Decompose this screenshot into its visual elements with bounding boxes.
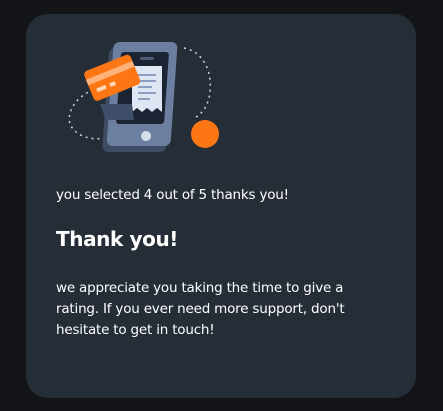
- thank-you-card: you selected 4 out of 5 thanks you! Than…: [26, 14, 416, 398]
- thank-you-title: Thank you!: [56, 227, 179, 251]
- selection-result-text: you selected 4 out of 5 thanks you!: [56, 187, 289, 203]
- appreciation-message: we appreciate you taking the time to giv…: [56, 280, 345, 338]
- card-payment-phone-illustration-icon: [54, 38, 224, 158]
